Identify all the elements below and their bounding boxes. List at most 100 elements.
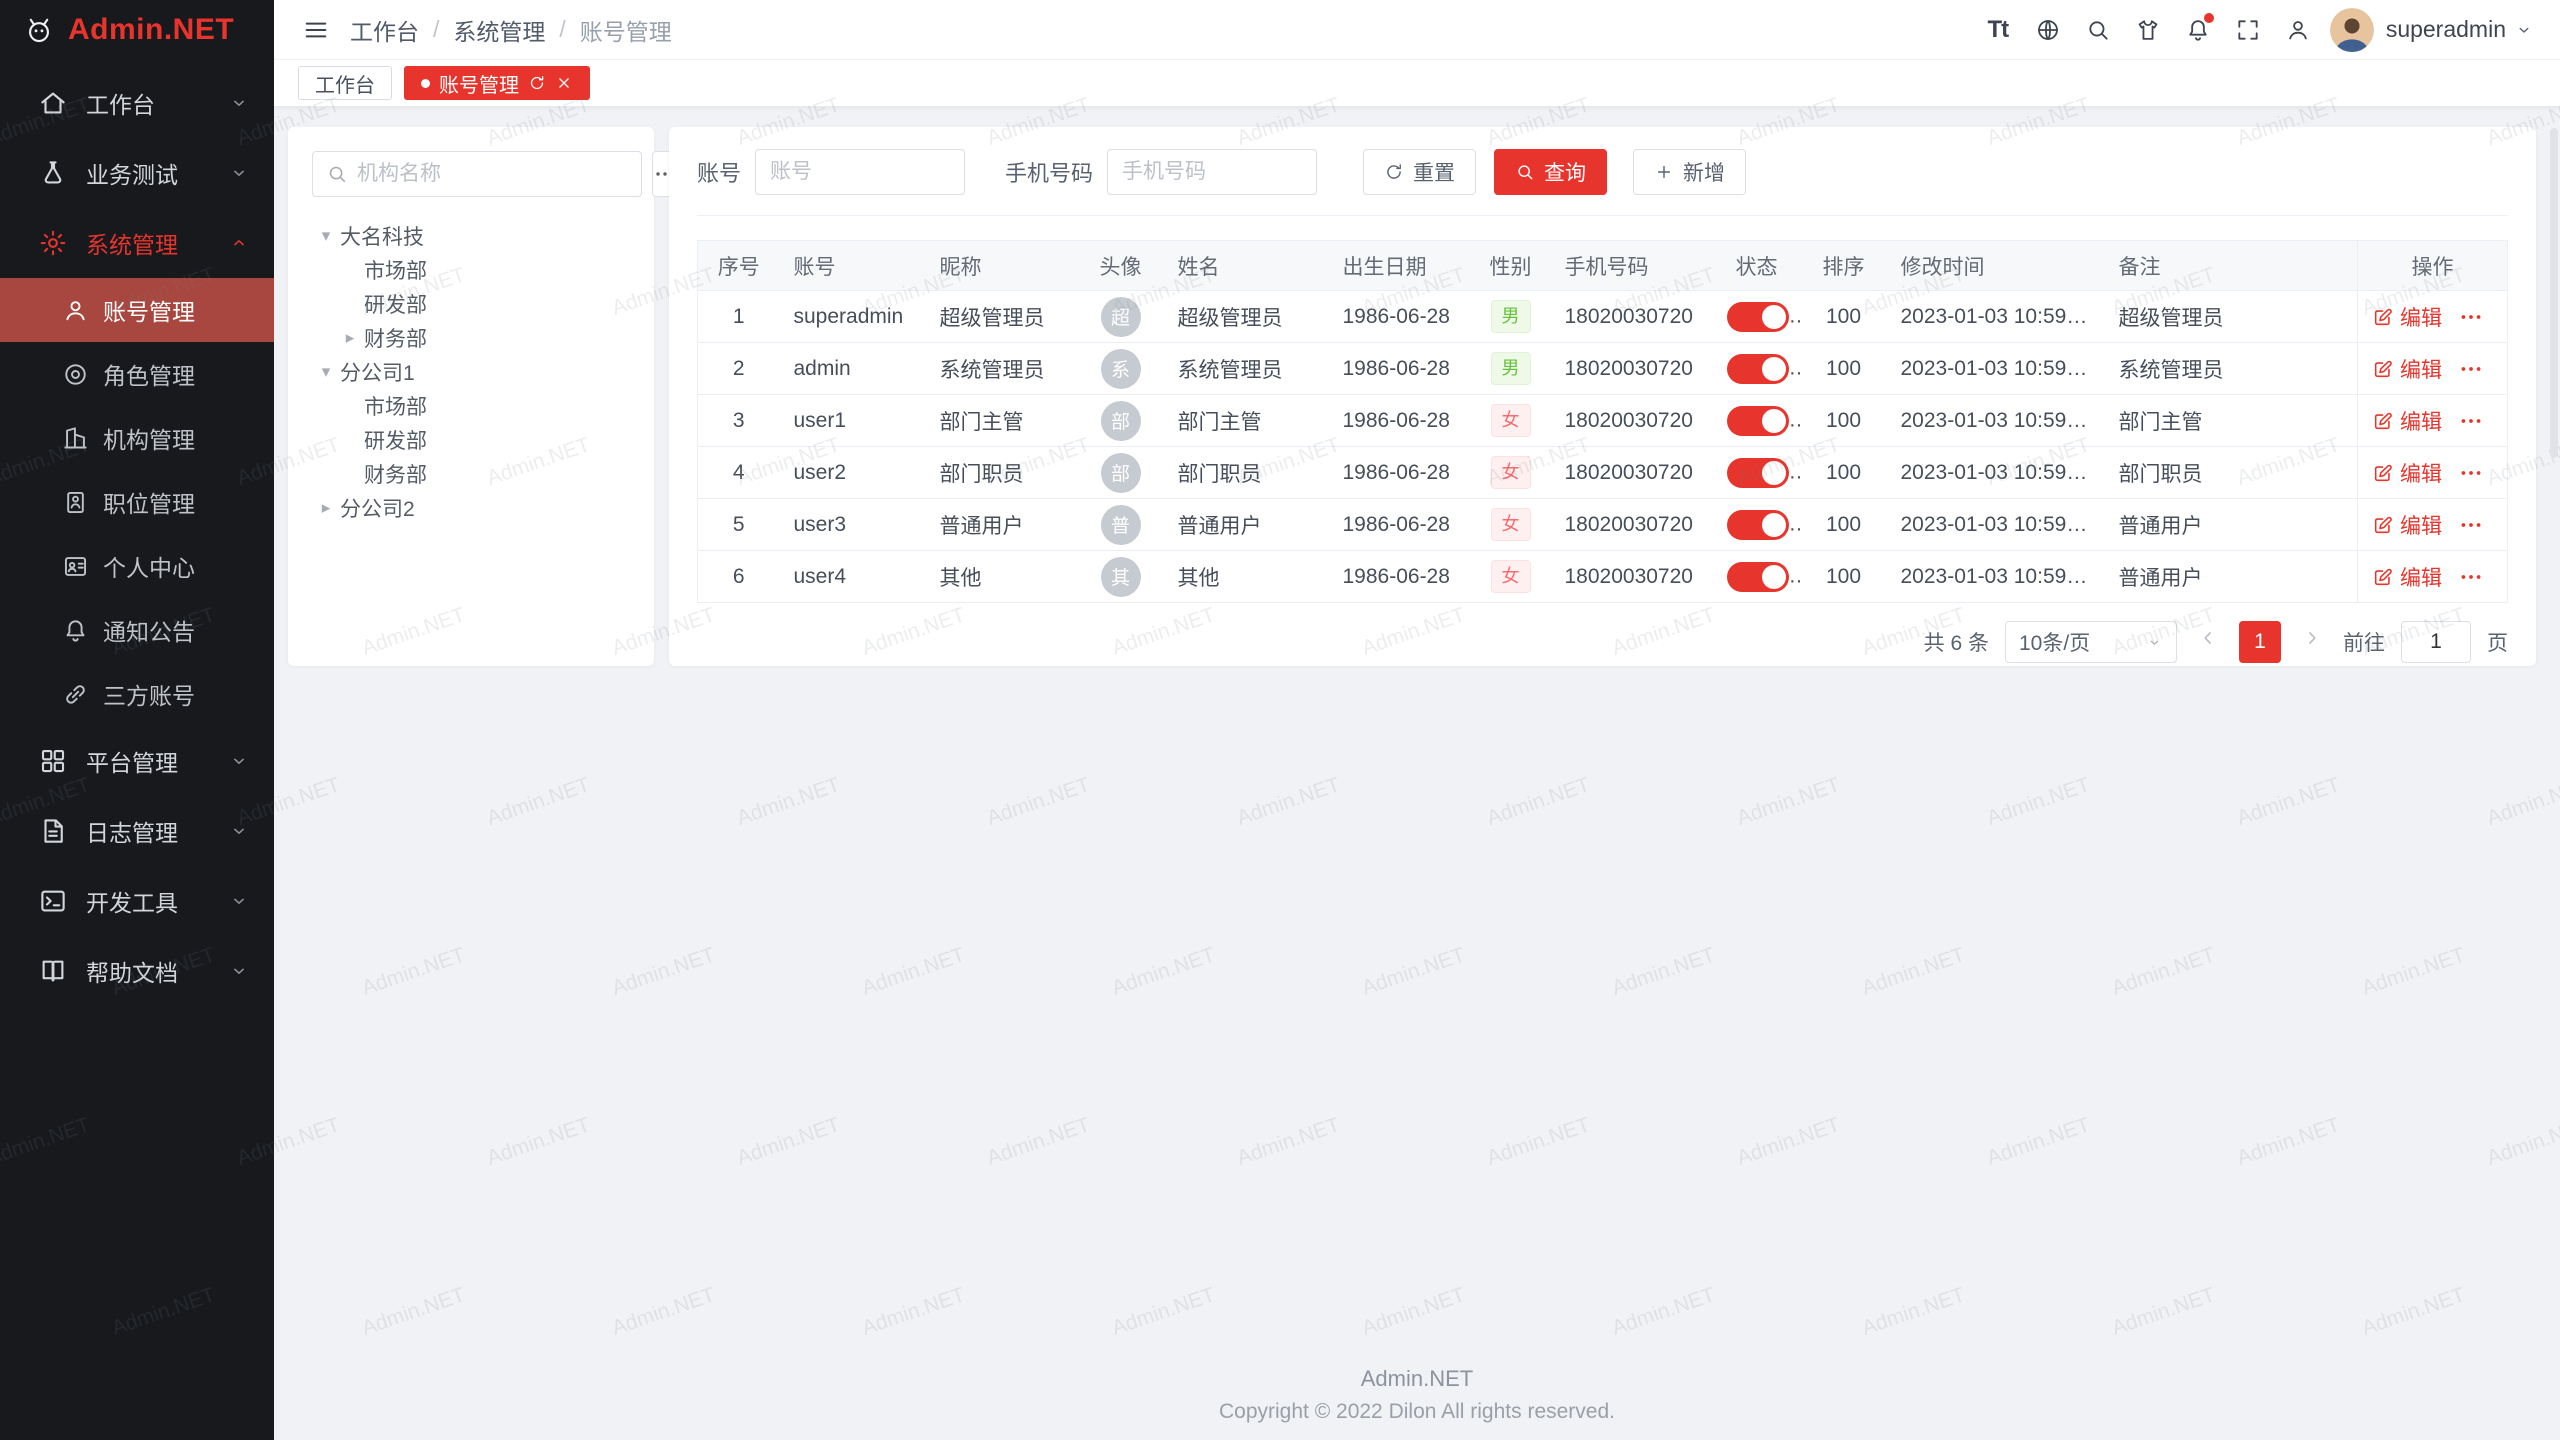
sidebar-item[interactable]: 平台管理 (0, 726, 274, 796)
status-toggle[interactable] (1727, 458, 1789, 488)
sidebar-subitem[interactable]: 角色管理 (0, 342, 274, 406)
sidebar-item[interactable]: 日志管理 (0, 796, 274, 866)
sidebar-subitem[interactable]: 三方账号 (0, 662, 274, 726)
tab-account-management[interactable]: 账号管理 (404, 66, 590, 100)
edit-button[interactable]: 编辑 (2372, 302, 2442, 332)
sidebar-item-label: 系统管理 (86, 226, 228, 260)
breadcrumb-item[interactable]: 工作台 (350, 13, 419, 47)
sidebar-item[interactable]: 业务测试 (0, 138, 274, 208)
cell-gender: 女 (1471, 395, 1551, 447)
page-size-select[interactable]: 10条/页 (2005, 621, 2177, 663)
sidebar-item[interactable]: 开发工具 (0, 866, 274, 936)
row-more-button[interactable] (2458, 356, 2484, 382)
sidebar-subitem[interactable]: 通知公告 (0, 598, 274, 662)
row-more-button[interactable] (2458, 304, 2484, 330)
org-search-box[interactable] (312, 151, 642, 197)
tree-node[interactable]: ▸财务部 (312, 321, 630, 355)
tree-node-label: 研发部 (364, 425, 427, 455)
org-tree-panel: ▾大名科技市场部研发部▸财务部▾分公司1市场部研发部财务部▸分公司2 (288, 127, 654, 666)
sidebar-item-label: 日志管理 (86, 814, 228, 848)
add-button[interactable]: 新增 (1633, 149, 1746, 195)
tree-caret-down-icon[interactable]: ▾ (312, 226, 340, 246)
goto-page-input[interactable] (2401, 621, 2471, 663)
sidebar-subitem[interactable]: 职位管理 (0, 470, 274, 534)
hamburger-icon[interactable] (296, 10, 336, 50)
edit-button[interactable]: 编辑 (2372, 562, 2442, 592)
tree-node[interactable]: 研发部 (312, 287, 630, 321)
tab-bar: 工作台 账号管理 (274, 60, 2560, 106)
sidebar-subitem[interactable]: 个人中心 (0, 534, 274, 598)
tree-node[interactable]: 研发部 (312, 423, 630, 457)
col-header: 操作 (2358, 241, 2508, 291)
sidebar-subitem[interactable]: 机构管理 (0, 406, 274, 470)
cell-birthdate: 1986-06-28 (1329, 343, 1471, 395)
cell-modified: 2023-01-03 10:59:44 (1887, 291, 2105, 343)
tree-caret-right-icon[interactable]: ▸ (336, 328, 364, 348)
org-icon (62, 425, 89, 452)
edit-button[interactable]: 编辑 (2372, 406, 2442, 436)
edit-button[interactable]: 编辑 (2372, 510, 2442, 540)
row-more-button[interactable] (2458, 408, 2484, 434)
tree-caret-right-icon[interactable]: ▸ (312, 498, 340, 518)
language-icon[interactable] (2026, 8, 2070, 52)
status-toggle[interactable] (1727, 562, 1789, 592)
cell-gender: 女 (1471, 551, 1551, 603)
sidebar-subitem-label: 角色管理 (103, 357, 195, 391)
tree-node[interactable]: 财务部 (312, 457, 630, 491)
status-toggle[interactable] (1727, 510, 1789, 540)
sidebar-item[interactable]: 帮助文档 (0, 936, 274, 1006)
tab-close-icon[interactable] (555, 74, 573, 92)
tab-label: 账号管理 (439, 69, 519, 98)
sidebar-item[interactable]: 工作台 (0, 68, 274, 138)
edit-button[interactable]: 编辑 (2372, 354, 2442, 384)
row-more-button[interactable] (2458, 564, 2484, 590)
notification-icon[interactable] (2176, 8, 2220, 52)
cell-modified: 2023-01-03 10:59:44 (1887, 551, 2105, 603)
account-input[interactable] (755, 149, 965, 195)
chevron-up-icon (228, 232, 250, 254)
search-button[interactable]: 查询 (1494, 149, 1607, 195)
row-more-button[interactable] (2458, 512, 2484, 538)
tab-refresh-icon[interactable] (528, 74, 546, 92)
tab-workbench[interactable]: 工作台 (298, 66, 392, 100)
org-name-input[interactable] (357, 162, 628, 186)
status-toggle[interactable] (1727, 406, 1789, 436)
theme-icon[interactable] (2126, 8, 2170, 52)
scrollbar-thumb[interactable] (2550, 128, 2558, 458)
tree-node[interactable]: 市场部 (312, 389, 630, 423)
table-row: 6user4其他其其他1986-06-28女180200307201002023… (698, 551, 2508, 603)
active-tab-dot (421, 79, 430, 88)
avatar (2330, 8, 2374, 52)
status-toggle[interactable] (1727, 302, 1789, 332)
sidebar-item[interactable]: 系统管理 (0, 208, 274, 278)
breadcrumb-item[interactable]: 系统管理 (453, 13, 545, 47)
prev-page-button[interactable] (2193, 627, 2223, 657)
chevron-down-icon (228, 162, 250, 184)
search-icon (326, 163, 348, 185)
fullscreen-icon[interactable] (2226, 8, 2270, 52)
font-size-icon[interactable]: Tt (1976, 8, 2020, 52)
tree-node[interactable]: ▾大名科技 (312, 219, 630, 253)
tree-node[interactable]: ▸分公司2 (312, 491, 630, 525)
cell-remark: 部门主管 (2105, 395, 2358, 447)
status-toggle[interactable] (1727, 354, 1789, 384)
reset-button[interactable]: 重置 (1363, 149, 1476, 195)
next-page-button[interactable] (2297, 627, 2327, 657)
tree-node[interactable]: ▾分公司1 (312, 355, 630, 389)
search-icon[interactable] (2076, 8, 2120, 52)
edit-button[interactable]: 编辑 (2372, 458, 2442, 488)
col-header: 修改时间 (1887, 241, 2105, 291)
tree-caret-down-icon[interactable]: ▾ (312, 362, 340, 382)
row-more-button[interactable] (2458, 460, 2484, 486)
phone-input[interactable] (1107, 149, 1317, 195)
cell-account: user4 (780, 551, 926, 603)
org-tree: ▾大名科技市场部研发部▸财务部▾分公司1市场部研发部财务部▸分公司2 (312, 219, 630, 525)
user-menu[interactable]: superadmin (2330, 8, 2534, 52)
gender-badge: 女 (1491, 560, 1531, 593)
page-number-button[interactable]: 1 (2239, 621, 2281, 663)
logo[interactable]: Admin.NET (0, 0, 274, 60)
sidebar-subitem[interactable]: 账号管理 (0, 278, 274, 342)
pagination: 共 6 条 10条/页 1 前往 页 (697, 621, 2508, 663)
user-icon[interactable] (2276, 8, 2320, 52)
tree-node[interactable]: 市场部 (312, 253, 630, 287)
